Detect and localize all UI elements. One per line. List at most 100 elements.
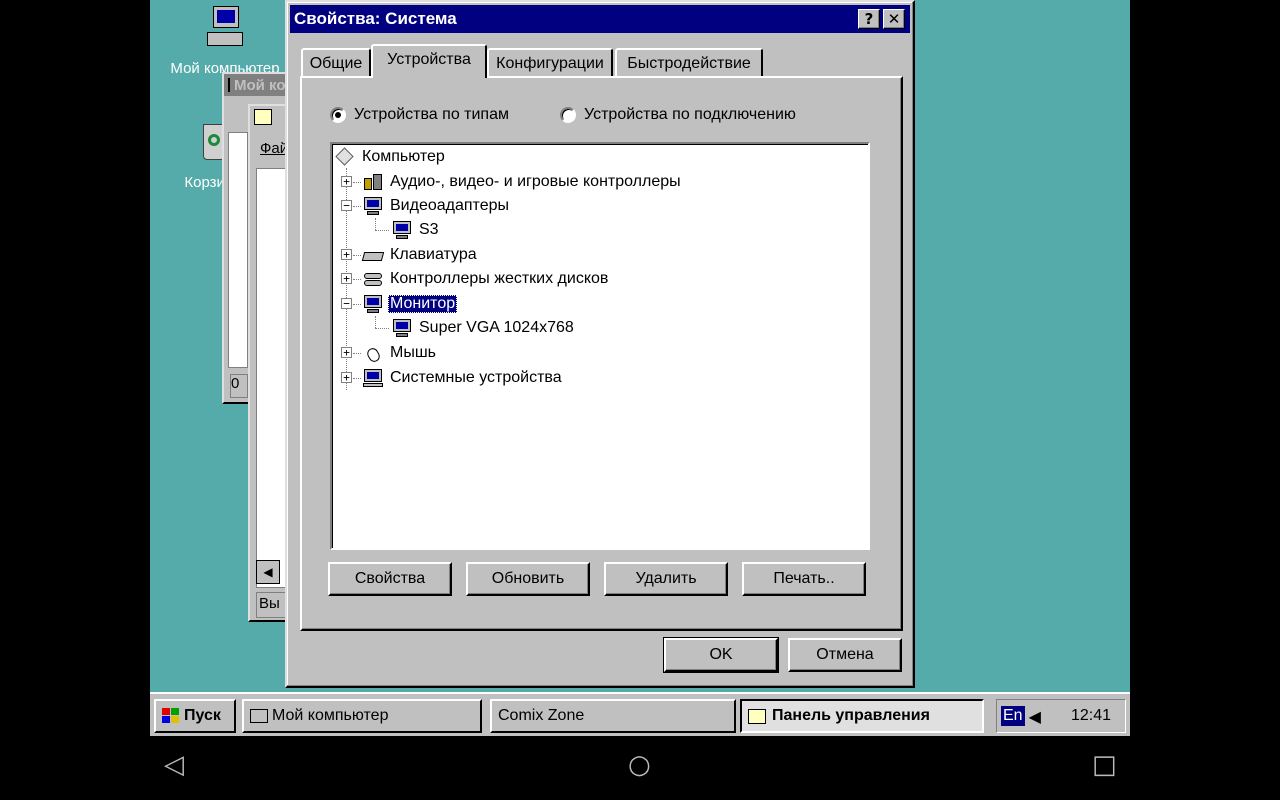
desktop: Мой компьютер Корзина Мой компьютер 0 Фа…: [150, 0, 1130, 736]
tab-configurations[interactable]: Конфигурации: [487, 48, 613, 78]
monitor-icon: [391, 318, 413, 338]
tree-collapse-toggle[interactable]: −: [341, 298, 352, 309]
my-computer-icon: [205, 6, 245, 56]
tree-node-label: Мышь: [390, 344, 436, 361]
tab-label: Общие: [309, 55, 363, 72]
tree-node-label-selected: Монитор: [388, 295, 458, 313]
button-label: Печать..: [773, 570, 835, 587]
ok-button[interactable]: OK: [663, 637, 779, 673]
tree-node-keyboard[interactable]: Клавиатура: [361, 244, 479, 266]
scroll-left-arrow-icon[interactable]: ◀: [256, 560, 280, 584]
radio-devices-by-type[interactable]: Устройства по типам: [330, 106, 509, 124]
tree-node-multimedia[interactable]: Аудио-, видео- и игровые контроллеры: [362, 171, 683, 193]
tab-label: Конфигурации: [496, 55, 604, 72]
remove-button[interactable]: Удалить: [604, 562, 728, 596]
home-icon[interactable]: ○: [628, 750, 651, 780]
tree-node-label: Super VGA 1024x768: [419, 319, 574, 336]
start-button[interactable]: Пуск: [154, 699, 236, 733]
task-my-computer[interactable]: Мой компьютер: [242, 699, 482, 733]
devices-panel: Устройства по типам Устройства по подклю…: [300, 76, 903, 631]
radio-unselected-indicator: [560, 107, 576, 123]
system-devices-icon: [362, 368, 384, 388]
desktop-icon-my-computer[interactable]: Мой компьютер: [160, 6, 290, 77]
keyboard-icon: [361, 245, 385, 265]
computer-icon: [250, 709, 268, 723]
radio-devices-by-connection[interactable]: Устройства по подключению: [560, 106, 796, 124]
taskbar: Пуск Мой компьютер Comix Zone Панель упр…: [150, 692, 1130, 736]
task-label: Мой компьютер: [272, 707, 389, 724]
tree-collapse-toggle[interactable]: −: [341, 200, 352, 211]
recents-icon[interactable]: □: [1092, 750, 1117, 780]
tree-expand-toggle[interactable]: +: [341, 372, 352, 383]
system-tray: En ◀ 12:41: [996, 699, 1126, 733]
tree-node-hdd-controllers[interactable]: Контроллеры жестких дисков: [362, 268, 610, 290]
tree-node-label: Системные устройства: [390, 369, 562, 386]
tab-label: Быстродействие: [627, 55, 751, 72]
cancel-button[interactable]: Отмена: [788, 638, 902, 672]
tree-node-label: Видеоадаптеры: [390, 197, 509, 214]
display-adapter-icon: [362, 196, 384, 216]
tree-expand-toggle[interactable]: +: [341, 347, 352, 358]
tree-node-mouse[interactable]: Мышь: [362, 342, 438, 364]
button-label: Свойства: [354, 570, 426, 587]
tree-node-label: Компьютер: [362, 148, 445, 165]
close-button[interactable]: ✕: [883, 9, 905, 29]
refresh-button[interactable]: Обновить: [466, 562, 590, 596]
monitor-icon: [362, 294, 384, 314]
tab-label: Устройства: [387, 51, 471, 68]
button-label: Обновить: [491, 570, 565, 587]
tree-expand-toggle[interactable]: +: [341, 176, 352, 187]
task-label: Панель управления: [772, 707, 930, 724]
close-icon: ✕: [887, 10, 901, 28]
dialog-title: Свойства: Система: [294, 9, 457, 28]
button-label: OK: [709, 646, 733, 663]
hard-disk-controller-icon: [362, 269, 384, 289]
tree-expand-toggle[interactable]: +: [341, 249, 352, 260]
tree-expand-toggle[interactable]: +: [341, 273, 352, 284]
bg-window-content: [228, 132, 248, 368]
tree-node-label: Аудио-, видео- и игровые контроллеры: [390, 173, 681, 190]
speaker-icon[interactable]: ◀: [1029, 707, 1041, 726]
radio-selected-indicator: [330, 107, 346, 123]
tree-node-computer[interactable]: Компьютер: [334, 146, 447, 168]
back-icon[interactable]: ◁: [164, 750, 184, 780]
dialog-titlebar[interactable]: Свойства: Система ? ✕: [290, 5, 910, 33]
tree-node-system-devices[interactable]: Системные устройства: [362, 367, 564, 389]
tree-node-monitor[interactable]: Монитор: [362, 293, 458, 315]
button-label: Удалить: [635, 570, 697, 587]
windows-logo-icon: [160, 707, 180, 725]
print-button[interactable]: Печать..: [742, 562, 866, 596]
properties-button[interactable]: Свойства: [328, 562, 452, 596]
tree-node-display-adapters[interactable]: Видеоадаптеры: [362, 195, 511, 217]
bg-window-status: 0: [230, 374, 248, 398]
control-panel-icon: [254, 109, 272, 125]
tree-node-label: Клавиатура: [390, 246, 477, 263]
task-comix-zone[interactable]: Comix Zone: [490, 699, 736, 733]
tab-general[interactable]: Общие: [301, 48, 371, 78]
tree-node-label: S3: [419, 221, 439, 238]
clock[interactable]: 12:41: [1071, 707, 1111, 725]
control-panel-icon: [748, 708, 766, 724]
computer-icon: [334, 147, 356, 167]
task-label: Comix Zone: [498, 707, 585, 724]
multimedia-icon: [362, 172, 384, 192]
device-tree[interactable]: Компьютер + Аудио-, видео- и игровые кон…: [330, 142, 870, 550]
start-label: Пуск: [184, 707, 221, 724]
help-icon: ?: [864, 10, 874, 28]
android-navbar: ◁ ○ □: [0, 736, 1280, 800]
task-control-panel[interactable]: Панель управления: [740, 699, 984, 733]
tab-performance[interactable]: Быстродействие: [615, 48, 763, 78]
button-label: Отмена: [816, 646, 874, 663]
language-indicator[interactable]: En: [1001, 706, 1025, 726]
radio-label: Устройства по подключению: [584, 106, 796, 123]
display-adapter-icon: [391, 220, 413, 240]
computer-icon: [228, 78, 230, 92]
tree-node-super-vga[interactable]: Super VGA 1024x768: [391, 317, 576, 339]
system-properties-dialog: Свойства: Система ? ✕ Общие Устройства К…: [285, 0, 915, 688]
help-button[interactable]: ?: [858, 9, 880, 29]
mouse-icon: [362, 343, 384, 364]
tab-devices[interactable]: Устройства: [371, 44, 487, 78]
tree-node-s3[interactable]: S3: [391, 219, 441, 241]
tree-node-label: Контроллеры жестких дисков: [390, 270, 609, 287]
radio-label: Устройства по типам: [354, 106, 509, 123]
